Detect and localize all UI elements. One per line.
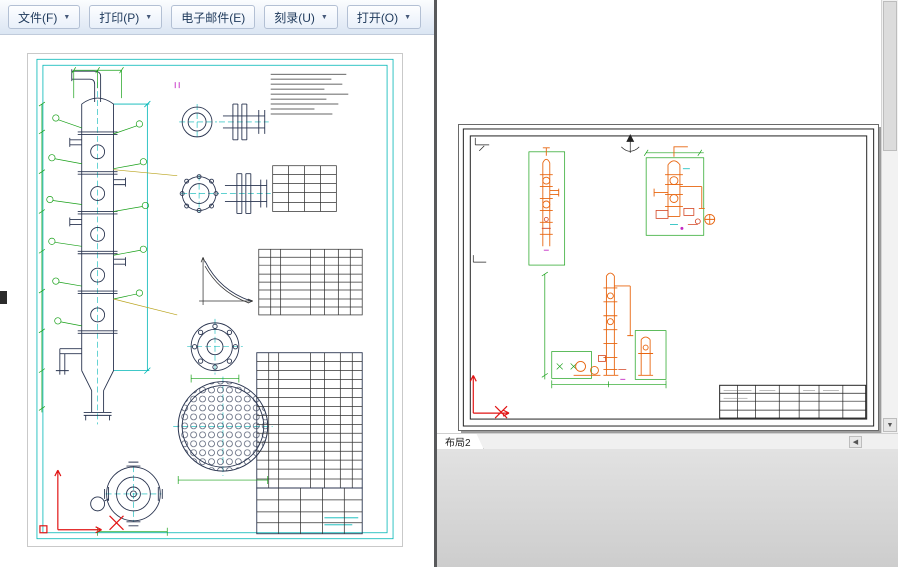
- open-button-label: 打开(O): [356, 10, 399, 25]
- cad-drawing-column: [36, 58, 394, 540]
- email-button-label: 电子邮件(E): [181, 10, 246, 25]
- print-button-label: 打印(P): [99, 10, 140, 25]
- photo-viewer-window: 文件(F) ▼ 打印(P) ▼ 电子邮件(E) 刻录(U) ▼ 打开(O) ▼: [0, 0, 434, 567]
- burn-button[interactable]: 刻录(U) ▼: [264, 5, 338, 29]
- dropdown-arrow-icon: ▼: [404, 13, 412, 21]
- layout-viewport[interactable]: [437, 0, 881, 433]
- file-button[interactable]: 文件(F) ▼: [8, 5, 81, 29]
- viewer-canvas: [0, 36, 434, 567]
- dropdown-arrow-icon: ▼: [320, 13, 328, 21]
- burn-button-label: 刻录(U): [274, 10, 315, 25]
- drawing-sheet-right: [458, 124, 879, 431]
- viewer-toolbar: 文件(F) ▼ 打印(P) ▼ 电子邮件(E) 刻录(U) ▼ 打开(O) ▼: [0, 0, 434, 35]
- tab-layout2-label: 布局2: [445, 438, 471, 449]
- scroll-left-arrow-icon[interactable]: ◀: [849, 436, 862, 448]
- file-button-label: 文件(F): [18, 10, 58, 25]
- layout-tab-bar: 布局2 ◀: [437, 433, 898, 449]
- desktop: 文件(F) ▼ 打印(P) ▼ 电子邮件(E) 刻录(U) ▼ 打开(O) ▼: [0, 0, 898, 567]
- email-button[interactable]: 电子邮件(E): [171, 5, 256, 29]
- scroll-down-arrow-icon[interactable]: ▼: [883, 418, 897, 432]
- open-button[interactable]: 打开(O) ▼: [346, 5, 422, 29]
- cad-layout-window: ▼ 布局2 ◀: [434, 0, 898, 567]
- vertical-scrollbar[interactable]: ▼: [881, 0, 898, 433]
- cad-drawing-plant-layout: [462, 128, 875, 427]
- dropdown-arrow-icon: ▼: [145, 13, 153, 21]
- status-area: [437, 449, 898, 567]
- dropdown-arrow-icon: ▼: [63, 13, 71, 21]
- tab-layout2[interactable]: 布局2: [437, 434, 484, 449]
- vertical-scrollbar-thumb[interactable]: [883, 1, 897, 151]
- edge-marker: [0, 291, 7, 304]
- print-button[interactable]: 打印(P) ▼: [89, 5, 163, 29]
- drawing-sheet-left: [27, 53, 403, 547]
